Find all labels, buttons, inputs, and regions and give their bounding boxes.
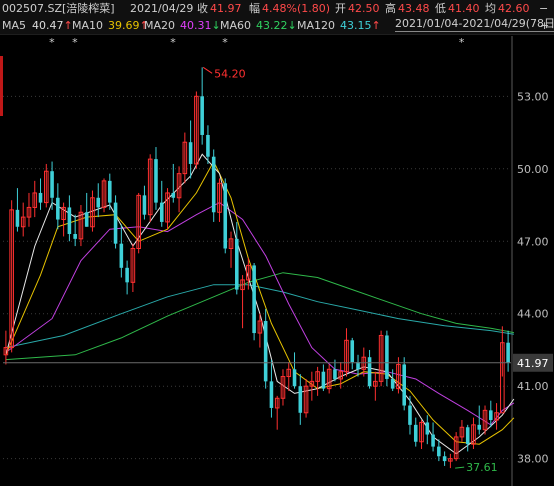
candle-body [84, 212, 89, 227]
candle-body [263, 320, 268, 382]
ma10-value: 39.69↑ [108, 19, 149, 32]
candle-body [96, 197, 101, 208]
candle-body [56, 197, 60, 220]
current-price-label: 41.97 [517, 357, 549, 370]
left-edge-marker [0, 56, 3, 116]
candle-body [142, 195, 147, 215]
ma60-value: 43.22↓ [256, 19, 297, 32]
y-tick-label: 50.00 [517, 163, 549, 176]
candle-body [402, 364, 406, 406]
avg-label: 均 [485, 2, 496, 15]
close-value: 41.97 [210, 2, 242, 15]
ma10-label: MA10 [72, 19, 104, 32]
candlestick-chart: 53.00 50.00 47.00 44.00 41.00 38.00 41.97 54.20… [0, 36, 553, 486]
expand-icon[interactable]: + [540, 17, 549, 34]
candle-body [200, 96, 204, 135]
candle-body [442, 456, 447, 462]
candle-body [211, 156, 216, 213]
candle-body [437, 446, 441, 457]
event-star-marker: * [170, 36, 176, 49]
ma10-line [5, 160, 515, 445]
y-tick-label: 38.00 [517, 453, 549, 466]
candle-body [119, 243, 124, 268]
candle-body [269, 381, 274, 408]
low-value: 41.40 [448, 2, 480, 15]
event-star-marker: * [49, 36, 55, 49]
min-pointer [455, 466, 465, 469]
candle-body [477, 424, 482, 430]
close-label: 收 [197, 2, 208, 15]
minimize-icon[interactable]: − [539, 0, 548, 17]
candle-body [108, 180, 112, 203]
y-tick-label: 41.00 [517, 380, 549, 393]
candle-body [206, 134, 210, 157]
ma20-label: MA20 [144, 19, 176, 32]
avg-value: 42.60 [498, 2, 530, 15]
candle-body [292, 369, 297, 387]
candle-body [125, 267, 129, 283]
low-label: 低 [435, 2, 446, 15]
event-star-marker: * [72, 36, 78, 49]
ma20-value: 40.31↓ [180, 19, 221, 32]
candle-body [425, 422, 430, 435]
candle-body [321, 371, 326, 389]
max-price-label: 54.20 [214, 67, 246, 80]
high-value: 43.48 [398, 2, 430, 15]
candle-body [413, 424, 418, 442]
max-pointer [202, 66, 213, 74]
range-label: 幅 [249, 2, 260, 15]
y-tick-label: 44.00 [517, 308, 549, 321]
period-range[interactable]: 2021/01/04-2021/04/29(78日) [395, 17, 554, 32]
ma60-label: MA60 [220, 19, 252, 32]
ma5-line [5, 153, 515, 455]
y-tick-label: 53.00 [517, 90, 549, 103]
candle-body [252, 265, 256, 334]
ma120-value: 43.15↑ [340, 19, 381, 32]
candle-body [385, 335, 389, 379]
open-label: 开 [335, 2, 346, 15]
ma120-label: MA120 [297, 19, 336, 32]
candle-body [390, 378, 395, 389]
ma5-label: MA5 [2, 19, 27, 32]
candle-body [73, 234, 77, 239]
candle-body [350, 340, 355, 363]
candle-body [38, 192, 43, 203]
candle-body [159, 202, 164, 222]
candle-body [489, 410, 493, 421]
candle-body [171, 192, 176, 198]
event-star-marker: * [222, 36, 228, 49]
candle-body [333, 369, 337, 379]
candle-body [506, 342, 510, 363]
candle-body [298, 386, 303, 413]
ma5-value: 40.47↑ [32, 19, 73, 32]
range-value: 4.48%(1.80) [262, 2, 331, 15]
candle-body [188, 142, 193, 164]
min-price-label: 37.61 [466, 461, 498, 474]
stock-code: 002507.SZ[涪陵榨菜] [2, 2, 115, 15]
candle-body [408, 405, 412, 425]
candle-body [50, 171, 54, 198]
ma-legend-bar: MA5 40.47↑ MA10 39.69↑ MA20 40.31↓ MA60 … [0, 17, 554, 35]
candle-body [465, 427, 470, 445]
candle-body [431, 434, 435, 447]
candle-body [113, 202, 118, 244]
candle-body [367, 357, 372, 387]
high-label: 高 [385, 2, 396, 15]
open-value: 42.50 [348, 2, 380, 15]
quote-header: 002507.SZ[涪陵榨菜] 2021/04/29 收 41.97 幅 4.4… [0, 0, 554, 17]
candle-body [154, 159, 158, 203]
event-star-marker: * [459, 36, 465, 49]
candle-body [15, 209, 20, 227]
candle-body [235, 238, 239, 290]
candle-body [223, 183, 228, 249]
quote-date: 2021/04/29 [130, 2, 194, 15]
y-tick-label: 47.00 [517, 235, 549, 248]
candle-body [67, 207, 72, 235]
